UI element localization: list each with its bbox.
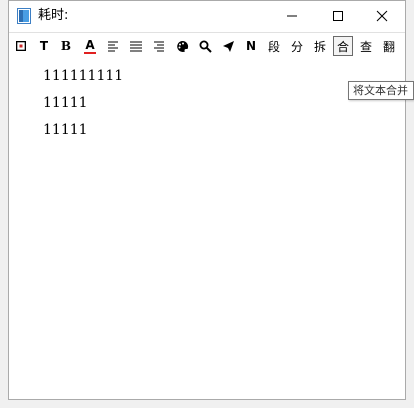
font-color-button[interactable]: A [80, 36, 100, 56]
font-color-bar [84, 51, 96, 54]
minimize-button[interactable] [269, 1, 315, 31]
align-right-button[interactable] [149, 36, 169, 56]
palette-icon [176, 40, 188, 52]
split-button[interactable]: 分 [287, 36, 307, 56]
text-editor[interactable]: 111111111 11111 11111 [43, 66, 123, 147]
window-title: 耗时: [38, 8, 69, 23]
close-icon [376, 10, 388, 22]
maximize-button[interactable] [315, 1, 361, 31]
paragraph-button[interactable]: 段 [264, 36, 284, 56]
lookup-button[interactable]: 查 [356, 36, 376, 56]
app-icon [17, 8, 31, 24]
bold-button[interactable]: B [56, 36, 76, 56]
app-window: 耗时: T B A N 段 分 拆 合 查 翻 111111111 11111 … [8, 0, 406, 400]
minimize-icon [287, 15, 297, 17]
search-icon [199, 40, 212, 53]
merge-button[interactable]: 合 [333, 36, 353, 56]
toolbar: T B A N 段 分 拆 合 查 翻 [9, 32, 405, 60]
align-left-button[interactable] [103, 36, 123, 56]
title-bar: 耗时: [9, 1, 405, 31]
send-icon [222, 40, 234, 52]
tooltip: 将文本合并 [348, 81, 414, 100]
frame-icon [16, 41, 26, 51]
align-justify-icon [130, 41, 142, 52]
text-line: 11111 [43, 122, 88, 138]
n-button[interactable]: N [241, 36, 261, 56]
text-button[interactable]: T [34, 36, 54, 56]
align-justify-button[interactable] [126, 36, 146, 56]
palette-button[interactable] [172, 36, 192, 56]
align-left-icon [108, 41, 118, 52]
frame-button[interactable] [11, 36, 31, 56]
close-button[interactable] [359, 1, 405, 31]
break-button[interactable]: 拆 [310, 36, 330, 56]
align-right-icon [154, 41, 164, 52]
font-color-label: A [85, 37, 95, 52]
maximize-icon [333, 11, 343, 21]
search-button[interactable] [195, 36, 215, 56]
send-button[interactable] [218, 36, 238, 56]
translate-button[interactable]: 翻 [379, 36, 399, 56]
text-line: 11111 [43, 95, 88, 111]
text-line: 111111111 [43, 68, 124, 84]
